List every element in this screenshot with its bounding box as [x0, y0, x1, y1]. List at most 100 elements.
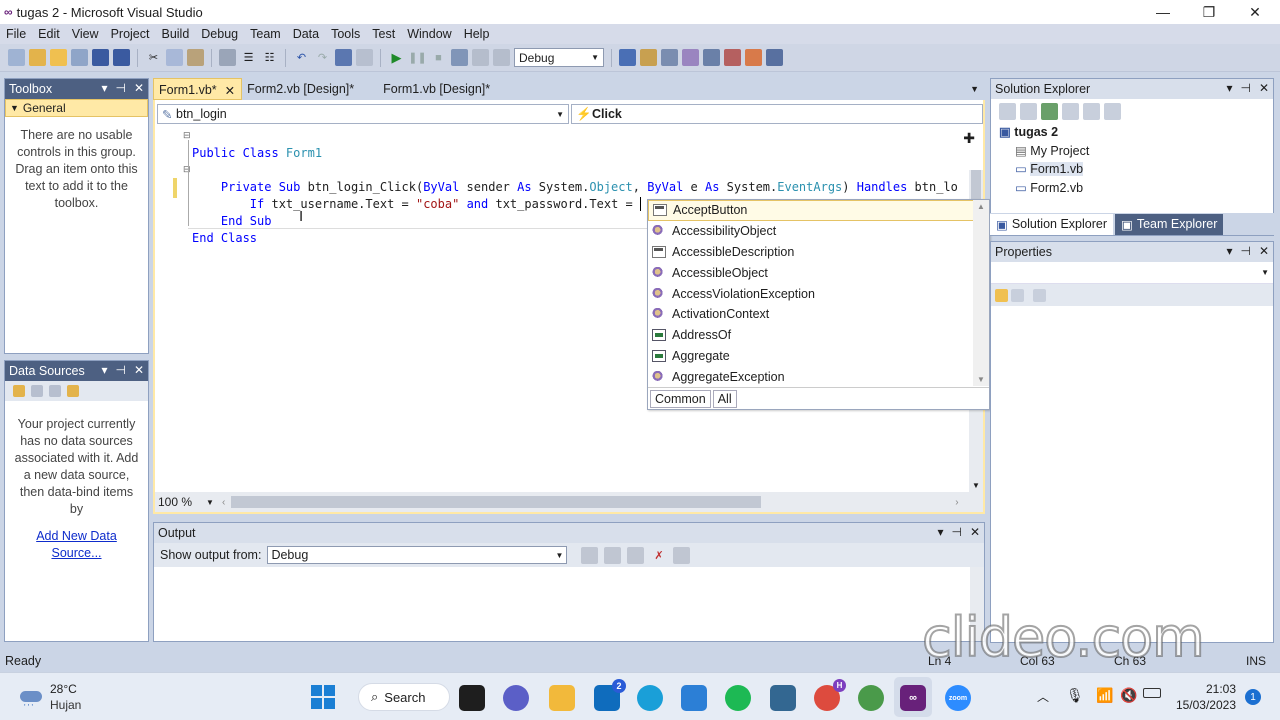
zoom-app-icon[interactable]: zoom — [945, 685, 971, 711]
copy-icon[interactable] — [166, 49, 183, 66]
intellisense-item-1[interactable]: AccessibilityObject — [648, 221, 974, 242]
pause-icon[interactable]: ❚❚ — [408, 49, 426, 66]
navigate-forward-icon[interactable] — [356, 49, 373, 66]
postgresql-icon[interactable] — [770, 685, 796, 711]
notification-badge[interactable]: 1 — [1245, 689, 1261, 705]
tab-team-explorer[interactable]: ▣ Team Explorer — [1115, 214, 1224, 235]
intellisense-item-3[interactable]: AccessibleObject — [648, 262, 974, 283]
show-hidden-icons[interactable]: ︿ — [1037, 688, 1049, 705]
step-over-icon[interactable] — [472, 49, 489, 66]
intellisense-list[interactable]: AcceptButton AccessibilityObject Accessi… — [647, 199, 990, 410]
intellisense-item-2[interactable]: AccessibleDescription — [648, 242, 974, 263]
new-project-icon[interactable] — [8, 49, 25, 66]
extension-icon[interactable] — [745, 49, 762, 66]
find-in-files-icon[interactable] — [619, 49, 636, 66]
intellisense-item-4[interactable]: AccessViolationException — [648, 283, 974, 304]
find-icon[interactable] — [219, 49, 236, 66]
open-file-icon[interactable] — [50, 49, 67, 66]
pin-icon[interactable]: ⊣ — [951, 525, 961, 539]
menu-team[interactable]: Team — [244, 27, 287, 41]
pin-icon[interactable]: ⊣ — [115, 363, 125, 377]
intellisense-item-7[interactable]: Aggregate — [648, 346, 974, 367]
method-name-select[interactable]: ⚡ Click — [571, 104, 983, 124]
start-debug-icon[interactable]: ▶ — [388, 49, 405, 66]
refresh-icon[interactable] — [1041, 102, 1058, 120]
redo-icon[interactable]: ↷ — [314, 49, 331, 66]
edge-icon[interactable] — [637, 685, 663, 711]
window-position-icon[interactable]: ▾ — [937, 525, 943, 539]
paste-icon[interactable] — [187, 49, 204, 66]
chrome-icon[interactable]: H — [814, 679, 846, 711]
configure-icon[interactable] — [49, 385, 61, 397]
intellisense-item-0[interactable]: AcceptButton — [648, 200, 974, 221]
view-code-icon[interactable] — [1062, 102, 1079, 120]
visual-studio-icon[interactable]: ∞ — [900, 685, 926, 711]
tree-item-form2[interactable]: ▭ Form2.vb — [999, 179, 1273, 198]
menu-debug[interactable]: Debug — [195, 27, 244, 41]
battery-icon[interactable] — [1143, 688, 1161, 698]
intellisense-scrollbar[interactable]: ▲ ▼ — [973, 200, 989, 386]
close-icon[interactable]: ✕ — [134, 363, 144, 377]
tab-form1-design[interactable]: Form1.vb [Design]* — [378, 78, 496, 100]
menu-edit[interactable]: Edit — [32, 27, 66, 41]
close-button[interactable]: ✕ — [1232, 0, 1278, 24]
pin-icon[interactable]: ⊣ — [115, 81, 125, 95]
teams-chat-icon[interactable] — [503, 685, 529, 711]
restore-button[interactable]: ❐ — [1186, 0, 1232, 24]
taskbar-search[interactable]: ⌕ Search — [358, 683, 450, 711]
horizontal-scrollbar-thumb[interactable] — [231, 496, 762, 508]
wifi-icon[interactable]: 📶 — [1096, 687, 1113, 704]
class-diagram-icon[interactable] — [1104, 102, 1121, 120]
window-position-icon[interactable]: ▾ — [101, 363, 107, 377]
chevron-down-icon[interactable]: ▼ — [206, 498, 214, 507]
prev-message-icon[interactable] — [604, 546, 622, 564]
step-icon[interactable] — [451, 49, 468, 66]
pin-icon[interactable]: ⊣ — [1240, 81, 1250, 95]
close-icon[interactable]: ✕ — [225, 83, 235, 98]
class-name-select[interactable]: ✎ btn_login ▼ — [157, 104, 569, 124]
tree-item-form1[interactable]: ▭ Form1.vb — [999, 160, 1273, 179]
clear-all-icon[interactable]: ✗ — [650, 547, 667, 564]
tab-all[interactable]: All — [712, 389, 737, 408]
close-icon[interactable]: ✕ — [1259, 81, 1269, 95]
word-wrap-icon[interactable] — [673, 546, 691, 564]
split-window-icon[interactable]: ✚ — [963, 130, 975, 147]
zoom-level[interactable]: 100 % — [155, 495, 192, 509]
menu-data[interactable]: Data — [287, 27, 325, 41]
properties-object-select[interactable]: ▼ — [991, 262, 1273, 284]
scroll-up-icon[interactable]: ▲ — [977, 202, 985, 211]
add-existing-icon[interactable] — [71, 49, 88, 66]
scroll-down-icon[interactable]: ▼ — [972, 481, 980, 490]
save-all-icon[interactable] — [113, 49, 130, 66]
tree-item-my-project[interactable]: ▤ My Project — [999, 142, 1273, 161]
visual-studio-code-icon[interactable] — [681, 685, 707, 711]
alphabetical-icon[interactable] — [1011, 288, 1024, 302]
menu-view[interactable]: View — [66, 27, 105, 41]
add-data-source-icon[interactable] — [13, 385, 25, 397]
close-icon[interactable]: ✕ — [134, 81, 144, 95]
window-position-icon[interactable]: ▾ — [1226, 244, 1232, 258]
menu-tools[interactable]: Tools — [325, 27, 366, 41]
intellisense-item-6[interactable]: AddressOf — [648, 325, 974, 346]
tree-project-root[interactable]: ▣ tugas 2 — [999, 123, 1273, 142]
object-browser-icon[interactable] — [682, 49, 699, 66]
minimize-button[interactable]: — — [1140, 0, 1186, 24]
toolbox-icon[interactable] — [703, 49, 720, 66]
collapse-class-icon[interactable]: ⊟ — [183, 130, 191, 141]
properties-window-icon[interactable] — [661, 49, 678, 66]
navigate-icon[interactable] — [335, 49, 352, 66]
clock-date[interactable]: 15/03/2023 — [1170, 698, 1236, 712]
volume-muted-icon[interactable]: 🔇 — [1120, 687, 1137, 704]
stop-icon[interactable]: ■ — [430, 49, 447, 66]
view-designer-icon[interactable] — [1083, 102, 1100, 120]
weather-icon[interactable]: ' ' ' — [18, 683, 44, 712]
solution-explorer-icon[interactable] — [640, 49, 657, 66]
tab-common[interactable]: Common — [650, 389, 711, 408]
output-source-select[interactable]: Debug ▼ — [267, 546, 568, 564]
menu-test[interactable]: Test — [366, 27, 401, 41]
menu-project[interactable]: Project — [105, 27, 156, 41]
collapse-sub-icon[interactable]: ⊟ — [183, 164, 191, 175]
property-pages-icon[interactable] — [1033, 288, 1046, 302]
start-page-icon[interactable] — [724, 49, 741, 66]
menu-window[interactable]: Window — [401, 27, 457, 41]
